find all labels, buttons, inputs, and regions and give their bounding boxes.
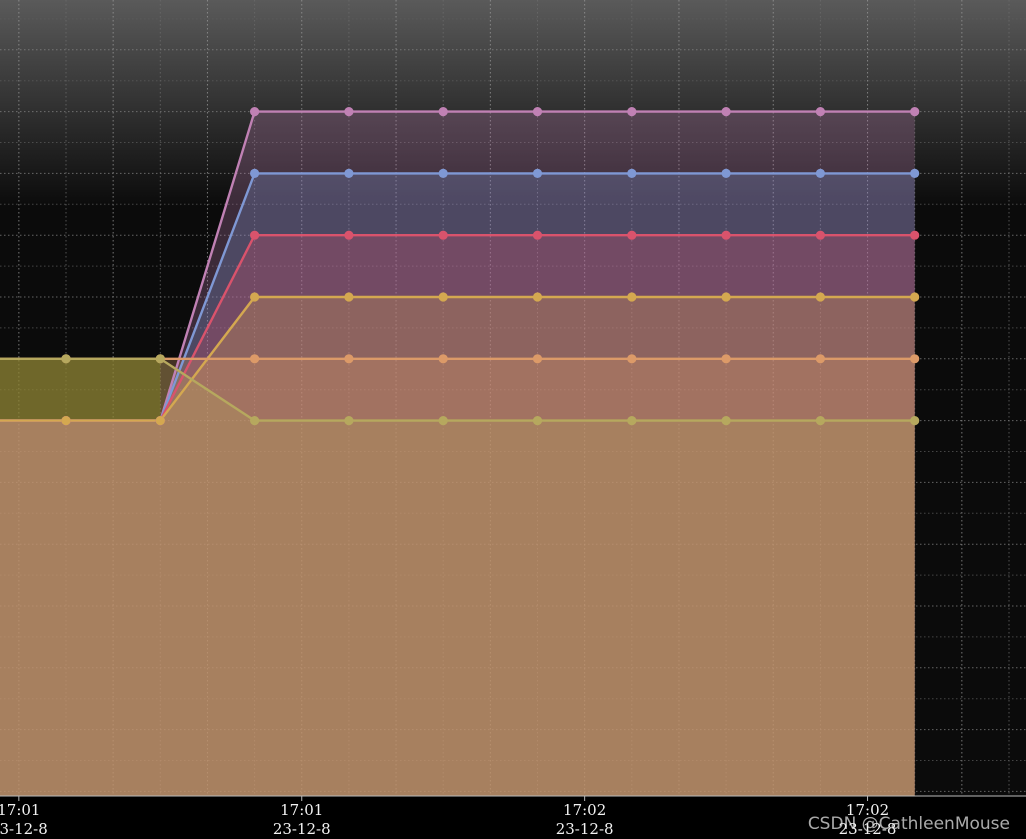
data-point [61, 354, 71, 364]
data-point [155, 416, 165, 426]
data-point [250, 168, 260, 178]
data-point [627, 354, 637, 364]
data-point [438, 107, 448, 117]
data-point [815, 416, 826, 426]
data-point [627, 416, 637, 426]
x-tick-time: 17:02 [563, 801, 606, 819]
x-tick-time: 17:01 [280, 801, 323, 819]
data-point [910, 230, 920, 240]
data-point [721, 354, 731, 364]
data-point [815, 230, 826, 240]
data-point [438, 230, 448, 240]
data-point [438, 292, 448, 302]
data-point [721, 292, 731, 302]
data-point [344, 230, 354, 240]
data-point [815, 292, 826, 302]
data-point [532, 416, 543, 426]
left-band-area [0, 358, 161, 421]
data-point [344, 354, 354, 364]
x-tick-time: 17:01 [0, 801, 40, 819]
data-point [344, 168, 354, 178]
data-point [721, 230, 731, 240]
data-point [815, 107, 826, 117]
data-point [532, 292, 543, 302]
data-point [344, 416, 354, 426]
data-point [61, 416, 71, 426]
data-point [627, 107, 637, 117]
data-point [250, 107, 260, 117]
x-tick-date: 23-12-8 [273, 820, 331, 838]
x-tick-date: 23-12-8 [556, 820, 614, 838]
data-point [627, 292, 637, 302]
data-point [721, 416, 731, 426]
data-point [250, 230, 260, 240]
data-point [250, 354, 260, 364]
data-point [910, 292, 920, 302]
series-area-6 [0, 358, 915, 796]
data-point [627, 230, 637, 240]
line-area-chart: 17:0123-12-817:0123-12-817:0223-12-817:0… [0, 0, 1026, 839]
data-point [250, 416, 260, 426]
data-point [344, 292, 354, 302]
x-tick-date: 23-12-8 [0, 820, 48, 838]
data-point [532, 354, 543, 364]
data-point [910, 168, 920, 178]
data-point [815, 168, 826, 178]
data-point [721, 107, 731, 117]
data-point [344, 107, 354, 117]
data-point [438, 416, 448, 426]
data-point [721, 168, 731, 178]
data-point [532, 168, 543, 178]
watermark: CSDN @CathleenMouse [807, 814, 1010, 834]
data-point [910, 354, 920, 364]
data-point [532, 230, 543, 240]
data-point [815, 354, 826, 364]
data-point [438, 354, 448, 364]
data-point [627, 168, 637, 178]
data-point [250, 292, 260, 302]
data-point [438, 168, 448, 178]
data-point [532, 107, 543, 117]
data-point [910, 416, 920, 426]
data-point [155, 354, 165, 364]
data-point [910, 107, 920, 117]
